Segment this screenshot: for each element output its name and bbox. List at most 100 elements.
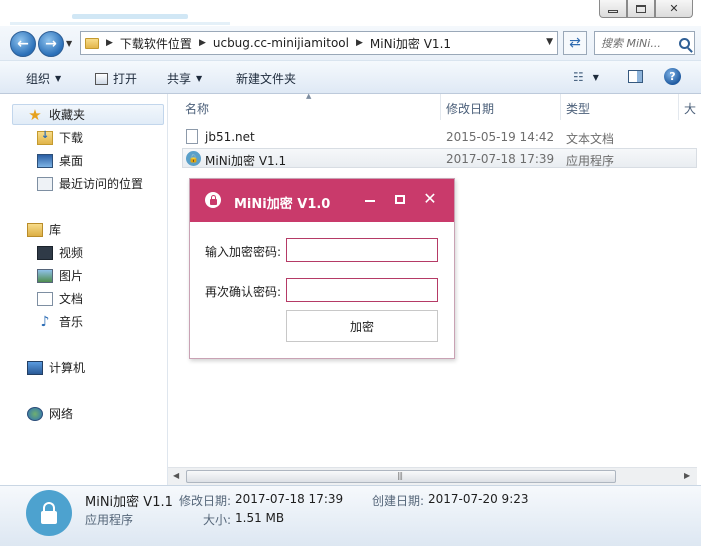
share-menu[interactable]: 共享 ▼ [167,70,202,87]
dialog-close-button[interactable]: ✕ [421,190,439,208]
file-type: 应用程序 [566,154,615,168]
address-dropdown-icon[interactable]: ▼ [546,37,553,47]
scrollbar-thumb[interactable]: ||| [186,470,616,483]
file-name: MiNi加密 V1.1 [205,154,287,168]
breadcrumb-separator-icon[interactable]: ▶ [356,38,363,48]
recent-places-icon [37,176,53,191]
minimize-icon [365,200,375,202]
minimize-icon [608,10,618,13]
address-bar[interactable]: ▶ 下载软件位置 ▶ ucbug.cc-minijiamitool ▶ MiNi… [80,31,558,55]
horizontal-scrollbar[interactable]: ◀ ||| ▶ [168,467,697,485]
sidebar-item-label: 收藏夹 [49,108,86,122]
picture-icon [37,268,53,283]
refresh-icon: ⇄ [569,35,581,51]
details-size-value: 1.51 MB [235,511,285,525]
file-date: 2015-05-19 14:42 [446,130,555,144]
scroll-right-icon[interactable]: ▶ [684,471,690,480]
address-bar-row: ← → ▼ ▶ 下载软件位置 ▶ ucbug.cc-minijiamitool … [0,26,701,60]
breadcrumb-mini-folder[interactable]: MiNi加密 V1.1 [370,35,451,52]
dialog-minimize-button[interactable] [361,190,379,208]
forward-button[interactable]: → [38,31,64,57]
sidebar-item-desktop[interactable]: 桌面 [37,152,83,169]
new-folder-label: 新建文件夹 [236,72,297,86]
sidebar-item-label: 文档 [59,292,84,306]
details-pane: MiNi加密 V1.1 应用程序 修改日期: 2017-07-18 17:39 … [0,485,701,546]
sidebar-item-label: 最近访问的位置 [59,177,144,191]
sidebar-item-label: 下载 [59,131,84,145]
column-divider[interactable] [678,94,679,120]
lock-app-icon-large [26,490,72,536]
minimize-button[interactable] [599,0,627,18]
details-file-name: MiNi加密 V1.1 [85,495,173,510]
details-file-kind: 应用程序 [85,513,134,527]
breadcrumb-ucbug-folder[interactable]: ucbug.cc-minijiamitool [213,36,349,50]
search-input[interactable]: 搜索 MiNi... [594,31,695,55]
maximize-icon [395,194,405,204]
sidebar-item-recent-places[interactable]: 最近访问的位置 [37,175,143,192]
help-icon: ? [664,68,681,85]
sidebar-item-pictures[interactable]: 图片 [37,267,83,284]
text-file-icon [186,129,198,144]
chevron-down-icon: ▼ [196,74,203,83]
close-button[interactable]: ✕ [655,0,693,18]
file-row-mini[interactable]: 🔒 MiNi加密 V1.1 2017-07-18 17:39 应用程序 [182,148,697,168]
sidebar-item-libraries[interactable]: 库 [27,221,61,238]
sidebar-item-music[interactable]: ♪ 音乐 [37,313,83,330]
sidebar-item-label: 网络 [49,407,74,421]
details-modified-label: 修改日期: [179,494,232,508]
dialog-title: MiNi加密 V1.0 [234,197,331,212]
sidebar-item-label: 视频 [59,246,84,260]
column-header-name[interactable]: 名称 [185,100,209,117]
encrypt-button[interactable]: 加密 [286,310,438,342]
breadcrumb-downloads-location[interactable]: 下载软件位置 [120,35,192,52]
command-toolbar: 组织 ▼ 打开 共享 ▼ 新建文件夹 ☷ ▼ ? [0,60,701,94]
preview-pane-button[interactable] [628,70,643,83]
confirm-password-input[interactable] [286,278,438,302]
password-label: 输入加密密码: [205,245,282,259]
column-header-date[interactable]: 修改日期 [446,100,494,117]
search-icon[interactable] [679,37,690,49]
file-name: jb51.net [205,130,255,144]
column-divider[interactable] [440,94,441,120]
open-button[interactable]: 打开 [95,70,137,87]
breadcrumb-separator-icon[interactable]: ▶ [106,38,113,48]
close-icon: ✕ [423,189,437,208]
file-type: 文本文档 [566,132,615,146]
scroll-left-icon[interactable]: ◀ [173,471,179,480]
open-label: 打开 [113,72,138,86]
column-header-size[interactable]: 大 [684,100,696,117]
maximize-icon [636,4,646,13]
file-date: 2017-07-18 17:39 [446,152,555,166]
sidebar-item-documents[interactable]: 文档 [37,290,83,307]
recent-pages-dropdown[interactable]: ▼ [66,39,72,48]
search-placeholder: 搜索 MiNi... [601,37,661,50]
refresh-button[interactable]: ⇄ [563,31,587,55]
help-button[interactable]: ? [664,68,681,85]
organize-menu[interactable]: 组织 ▼ [26,70,61,87]
sidebar-item-label: 音乐 [59,315,84,329]
sidebar-item-network[interactable]: 网络 [27,405,73,422]
breadcrumb-separator-icon[interactable]: ▶ [199,38,206,48]
column-header-type[interactable]: 类型 [566,100,590,117]
sidebar-item-favorites[interactable]: ★ 收藏夹 [12,104,164,125]
file-row-jb51[interactable]: jb51.net 2015-05-19 14:42 文本文档 [182,127,697,147]
column-divider[interactable] [560,94,561,120]
details-created-value: 2017-07-20 9:23 [428,492,529,506]
sidebar-item-computer[interactable]: 计算机 [27,359,85,376]
dialog-maximize-button[interactable] [391,190,409,208]
lock-icon [41,501,57,524]
maximize-button[interactable] [627,0,655,18]
navigation-pane: ★ 收藏夹 下载 桌面 最近访问的位置 库 视频 图片 文档 ♪ 音乐 计算机 网络 [0,94,168,485]
password-input[interactable] [286,238,438,262]
sidebar-item-label: 计算机 [49,361,86,375]
details-created-label: 创建日期: [372,494,425,508]
organize-label: 组织 [26,72,51,86]
document-icon [37,291,53,306]
close-icon: ✕ [669,2,679,15]
sidebar-item-downloads[interactable]: 下载 [37,129,83,146]
back-button[interactable]: ← [10,31,36,57]
view-options-menu[interactable]: ☷ ▼ [573,70,599,84]
sidebar-item-videos[interactable]: 视频 [37,244,83,261]
view-icon: ☷ [573,70,584,84]
new-folder-button[interactable]: 新建文件夹 [236,70,296,87]
